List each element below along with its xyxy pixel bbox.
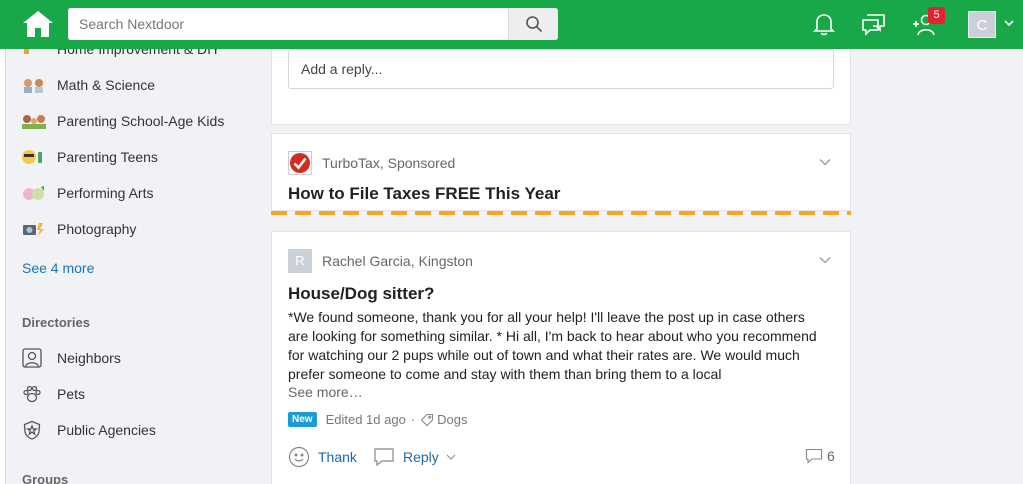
scientists-emoji-icon: [22, 76, 46, 94]
sidebar-item-label: Parenting Teens: [57, 149, 158, 165]
teen-emoji-icon: [22, 148, 46, 166]
post-title[interactable]: House/Dog sitter?: [288, 284, 434, 304]
edited-timestamp: Edited 1d ago: [325, 412, 406, 427]
chevron-down-icon[interactable]: [445, 451, 457, 463]
tag-icon: [420, 413, 434, 427]
chevron-down-icon[interactable]: [1003, 17, 1015, 29]
sidebar-item-public-agencies[interactable]: Public Agencies: [22, 418, 156, 442]
post-tag[interactable]: Dogs: [437, 412, 467, 427]
groups-heading: Groups: [22, 472, 69, 484]
reply-button[interactable]: Reply: [373, 446, 457, 468]
post-body: *We found someone, thank you for all you…: [288, 309, 817, 382]
search-input[interactable]: [68, 8, 508, 40]
camera-flash-emoji-icon: [22, 220, 46, 238]
sidebar-item-parenting-teens[interactable]: Parenting Teens: [22, 145, 158, 169]
ad-title[interactable]: How to File Taxes FREE This Year: [288, 184, 560, 204]
post-header: R Rachel Garcia, Kingston: [288, 249, 473, 273]
sidebar-item-neighbors[interactable]: Neighbors: [22, 346, 121, 370]
sidebar-item-label: Public Agencies: [57, 422, 156, 438]
sidebar-item-performing-arts[interactable]: Performing Arts: [22, 181, 153, 205]
avatar[interactable]: R: [288, 249, 312, 273]
comment-count-button[interactable]: 6: [805, 448, 835, 464]
messages-icon[interactable]: [861, 11, 887, 37]
badge-icon: [22, 419, 46, 441]
meta-separator: ·: [410, 412, 416, 427]
sidebar-item-label: Performing Arts: [57, 185, 154, 201]
thank-button[interactable]: Thank: [288, 446, 357, 468]
paw-icon: [22, 383, 46, 405]
new-badge: New: [288, 412, 317, 427]
sidebar-item-label: Neighbors: [57, 350, 121, 366]
directories-heading: Directories: [22, 315, 90, 330]
top-navigation-bar: 5 C: [0, 0, 1023, 49]
post-card: R Rachel Garcia, Kingston House/Dog sitt…: [271, 231, 851, 484]
ad-source-label: TurboTax, Sponsored: [322, 155, 456, 171]
reply-label: Reply: [403, 449, 439, 465]
post-meta: New Edited 1d ago · Dogs: [288, 412, 468, 427]
user-avatar[interactable]: C: [968, 11, 996, 38]
sidebar-item-math-science[interactable]: Math & Science: [22, 73, 155, 97]
search-button[interactable]: [508, 8, 558, 40]
bell-icon[interactable]: [811, 11, 837, 37]
search-icon: [525, 16, 542, 33]
sidebar-item-label: Math & Science: [57, 77, 156, 93]
sidebar-item-parenting-school-age[interactable]: Parenting School-Age Kids: [22, 109, 224, 133]
ad-header: TurboTax, Sponsored: [288, 151, 455, 175]
smiley-icon: [288, 446, 310, 468]
see-more-groups-link[interactable]: See 4 more: [22, 260, 94, 276]
sidebar-item-label: Pets: [57, 386, 86, 402]
chevron-down-icon[interactable]: [818, 155, 832, 169]
sponsored-ad-card[interactable]: TurboTax, Sponsored How to File Taxes FR…: [271, 133, 851, 211]
search-bar: [68, 8, 558, 40]
notification-badge: 5: [928, 7, 945, 24]
sidebar-item-photography[interactable]: Photography: [22, 217, 136, 241]
family-emoji-icon: [22, 112, 46, 130]
chevron-down-icon[interactable]: [818, 253, 832, 267]
sidebar: Home Improvement & DIY Math & Science Pa…: [6, 41, 253, 484]
speech-bubble-icon: [374, 448, 394, 467]
comment-count: 6: [827, 448, 835, 464]
nextdoor-home-icon[interactable]: [22, 10, 54, 38]
see-more-link[interactable]: See more…: [288, 384, 363, 400]
turbotax-logo-icon: [288, 151, 312, 175]
comment-icon: [805, 448, 823, 464]
ad-divider-dashed: [271, 211, 851, 215]
thank-label: Thank: [318, 449, 357, 465]
performers-emoji-icon: [22, 184, 46, 202]
sidebar-item-label: Photography: [57, 221, 137, 237]
sidebar-item-pets[interactable]: Pets: [22, 382, 85, 406]
add-reply-input[interactable]: Add a reply...: [288, 49, 834, 89]
sidebar-item-label: Parenting School-Age Kids: [57, 113, 225, 129]
post-author[interactable]: Rachel Garcia, Kingston: [322, 253, 473, 269]
person-icon: [22, 347, 46, 369]
